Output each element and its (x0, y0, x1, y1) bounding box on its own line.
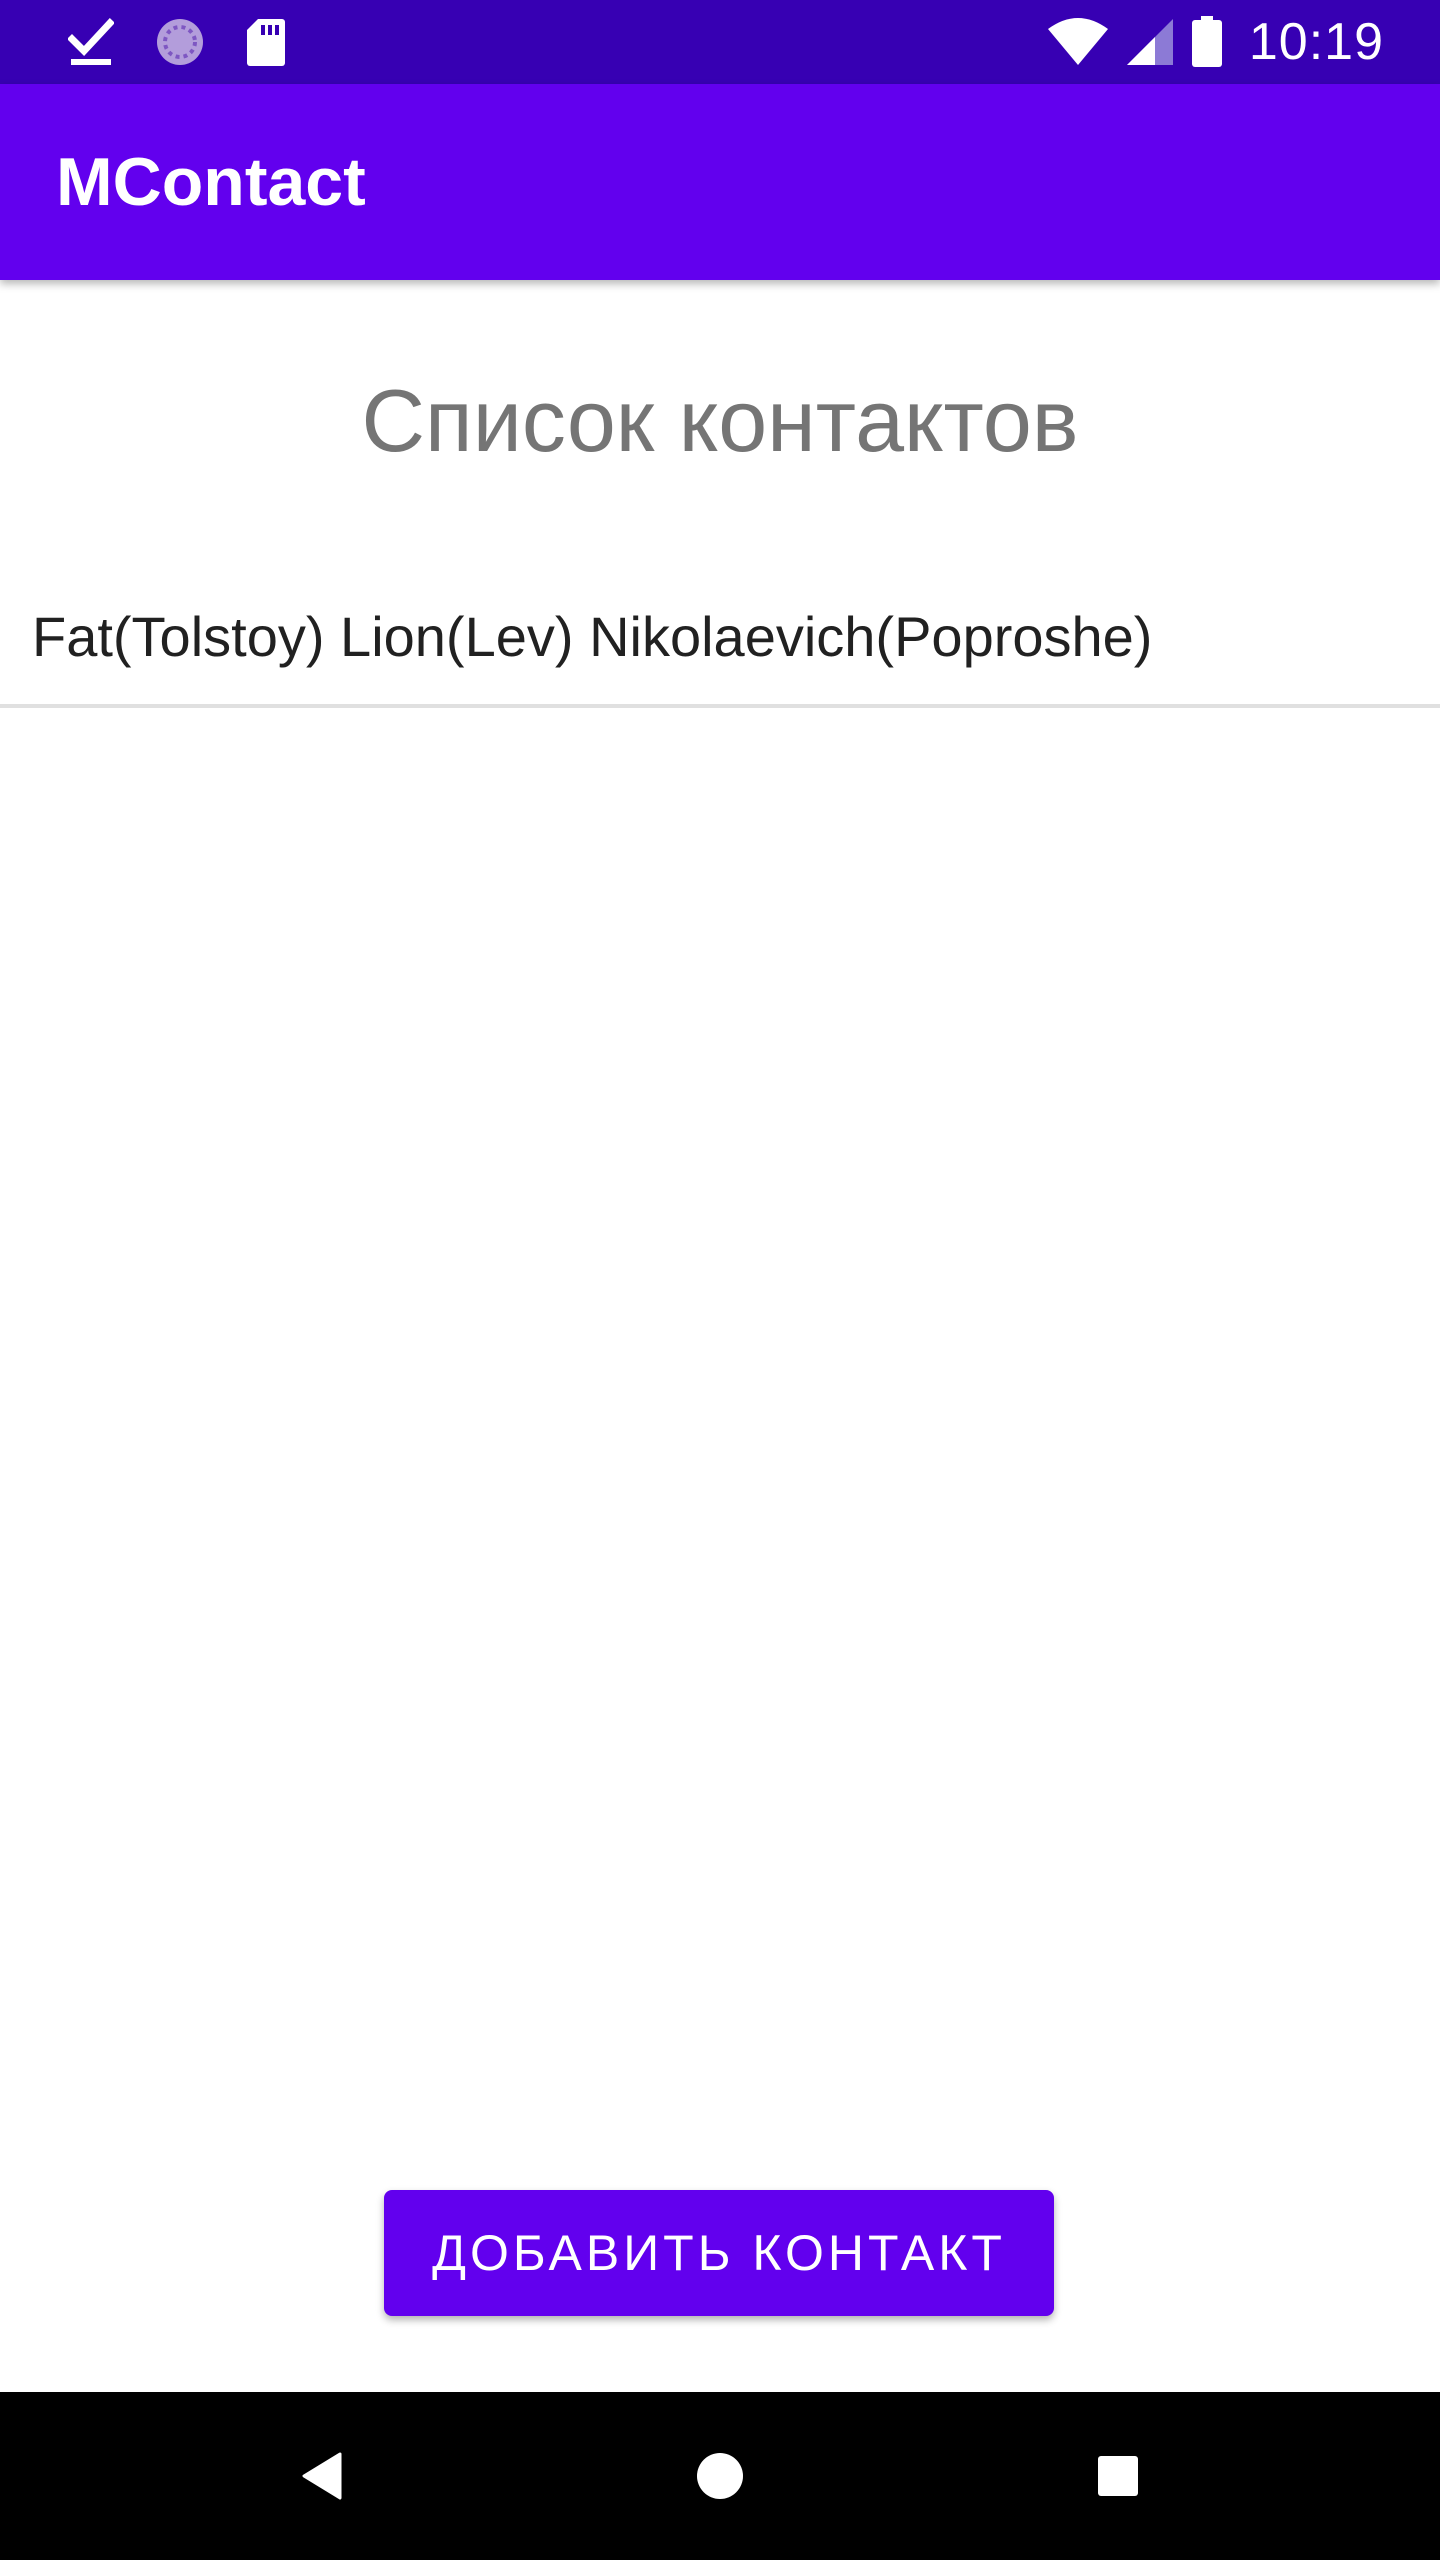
app-title: MContact (56, 144, 366, 220)
cell-signal-icon (1125, 17, 1175, 67)
status-right-icons: 10:19 (1047, 13, 1384, 71)
download-done-icon (67, 17, 115, 67)
battery-icon (1191, 16, 1223, 68)
sd-card-icon (246, 17, 286, 67)
screen: 10:19 MContact Список контактов Fat(Tols… (0, 0, 1440, 2560)
recents-icon[interactable] (1097, 2455, 1139, 2497)
navigation-bar (0, 2392, 1440, 2560)
add-contact-button[interactable]: ДОБАВИТЬ КОНТАКТ (384, 2190, 1054, 2316)
app-bar: MContact (0, 84, 1440, 280)
main-content: Список контактов Fat(Tolstoy) Lion(Lev) … (0, 280, 1440, 2392)
sync-icon (154, 16, 206, 68)
wifi-icon (1047, 17, 1109, 67)
back-icon[interactable] (300, 2452, 344, 2500)
home-icon[interactable] (696, 2452, 744, 2500)
contact-name: Fat(Tolstoy) Lion(Lev) Nikolaevich(Popro… (32, 605, 1153, 668)
status-time: 10:19 (1248, 13, 1384, 71)
status-bar: 10:19 (0, 0, 1440, 84)
status-left-icons (67, 14, 286, 70)
list-item[interactable]: Fat(Tolstoy) Lion(Lev) Nikolaevich(Popro… (0, 570, 1440, 708)
contact-list[interactable]: Fat(Tolstoy) Lion(Lev) Nikolaevich(Popro… (0, 570, 1440, 708)
page-title: Список контактов (361, 371, 1079, 470)
